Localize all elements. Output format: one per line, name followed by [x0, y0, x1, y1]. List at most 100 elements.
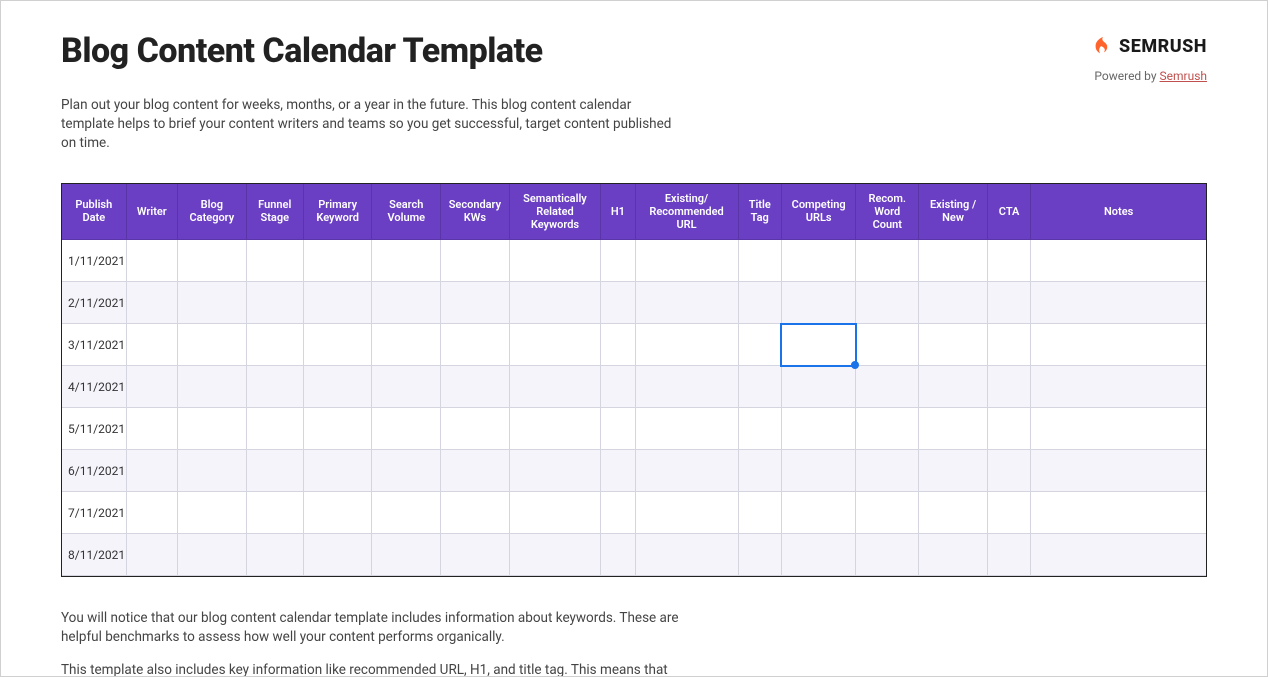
table-cell[interactable]	[635, 534, 738, 576]
table-cell[interactable]	[303, 450, 372, 492]
table-cell[interactable]	[372, 324, 441, 366]
table-cell[interactable]	[372, 492, 441, 534]
table-cell[interactable]	[509, 492, 601, 534]
table-cell[interactable]	[601, 450, 635, 492]
table-cell[interactable]	[738, 240, 781, 282]
table-cell[interactable]	[856, 282, 919, 324]
table-cell[interactable]	[372, 366, 441, 408]
table-cell[interactable]	[856, 492, 919, 534]
table-cell[interactable]	[856, 534, 919, 576]
table-cell[interactable]: 8/11/2021	[62, 534, 126, 576]
table-cell[interactable]	[441, 324, 510, 366]
table-cell[interactable]	[781, 366, 855, 408]
table-cell[interactable]	[635, 450, 738, 492]
table-cell[interactable]	[372, 450, 441, 492]
table-cell[interactable]	[919, 492, 988, 534]
col-header[interactable]: Primary Keyword	[303, 184, 372, 240]
table-cell[interactable]	[372, 240, 441, 282]
table-cell[interactable]	[781, 282, 855, 324]
table-cell[interactable]	[856, 408, 919, 450]
table-cell[interactable]	[635, 492, 738, 534]
table-cell[interactable]	[178, 534, 247, 576]
col-header[interactable]: Publish Date	[62, 184, 126, 240]
table-cell[interactable]	[781, 408, 855, 450]
table-cell[interactable]	[126, 408, 177, 450]
table-cell[interactable]	[441, 366, 510, 408]
table-cell[interactable]	[601, 408, 635, 450]
table-cell[interactable]	[1031, 450, 1206, 492]
col-header[interactable]: CTA	[987, 184, 1030, 240]
table-cell[interactable]: 7/11/2021	[62, 492, 126, 534]
table-cell[interactable]	[126, 282, 177, 324]
table-cell[interactable]	[1031, 324, 1206, 366]
table-cell[interactable]: 4/11/2021	[62, 366, 126, 408]
col-header[interactable]: Blog Category	[178, 184, 247, 240]
table-cell[interactable]	[781, 492, 855, 534]
table-cell[interactable]	[246, 450, 303, 492]
table-cell[interactable]	[509, 534, 601, 576]
table-cell[interactable]	[781, 534, 855, 576]
table-cell[interactable]	[303, 366, 372, 408]
table-cell[interactable]	[738, 450, 781, 492]
table-cell[interactable]: 6/11/2021	[62, 450, 126, 492]
table-cell[interactable]	[509, 324, 601, 366]
table-cell[interactable]	[635, 240, 738, 282]
col-header[interactable]: H1	[601, 184, 635, 240]
col-header[interactable]: Competing URLs	[781, 184, 855, 240]
col-header[interactable]: Secondary KWs	[441, 184, 510, 240]
table-cell[interactable]	[601, 492, 635, 534]
table-cell[interactable]	[601, 240, 635, 282]
table-cell[interactable]	[635, 282, 738, 324]
table-cell[interactable]	[987, 450, 1030, 492]
table-cell[interactable]	[178, 492, 247, 534]
table-cell[interactable]	[246, 324, 303, 366]
table-cell[interactable]	[781, 324, 855, 366]
col-header[interactable]: Notes	[1031, 184, 1206, 240]
table-cell[interactable]	[441, 492, 510, 534]
table-cell[interactable]	[303, 282, 372, 324]
table-cell[interactable]	[987, 534, 1030, 576]
table-cell[interactable]	[738, 492, 781, 534]
table-cell[interactable]	[509, 366, 601, 408]
table-cell[interactable]	[738, 366, 781, 408]
table-cell[interactable]	[919, 534, 988, 576]
table-cell[interactable]	[126, 492, 177, 534]
col-header[interactable]: Title Tag	[738, 184, 781, 240]
table-cell[interactable]	[987, 324, 1030, 366]
table-cell[interactable]	[509, 240, 601, 282]
table-cell[interactable]	[509, 408, 601, 450]
table-cell[interactable]	[246, 240, 303, 282]
table-cell[interactable]	[126, 366, 177, 408]
table-cell[interactable]	[856, 366, 919, 408]
table-cell[interactable]	[919, 408, 988, 450]
table-cell[interactable]	[635, 408, 738, 450]
table-cell[interactable]	[919, 366, 988, 408]
col-header[interactable]: Funnel Stage	[246, 184, 303, 240]
table-cell[interactable]	[126, 324, 177, 366]
calendar-table[interactable]: Publish Date Writer Blog Category Funnel…	[62, 184, 1206, 577]
table-cell[interactable]	[781, 450, 855, 492]
table-cell[interactable]	[635, 366, 738, 408]
table-cell[interactable]	[987, 408, 1030, 450]
table-cell[interactable]	[441, 534, 510, 576]
table-cell[interactable]	[987, 240, 1030, 282]
table-cell[interactable]	[1031, 408, 1206, 450]
table-cell[interactable]	[303, 492, 372, 534]
table-cell[interactable]	[178, 450, 247, 492]
table-cell[interactable]	[126, 240, 177, 282]
table-cell[interactable]	[126, 534, 177, 576]
table-cell[interactable]	[303, 408, 372, 450]
table-cell[interactable]: 2/11/2021	[62, 282, 126, 324]
table-cell[interactable]	[987, 282, 1030, 324]
table-cell[interactable]	[987, 492, 1030, 534]
table-cell[interactable]: 1/11/2021	[62, 240, 126, 282]
table-cell[interactable]	[856, 450, 919, 492]
table-cell[interactable]	[441, 240, 510, 282]
table-cell[interactable]	[1031, 366, 1206, 408]
table-cell[interactable]	[372, 534, 441, 576]
table-cell[interactable]	[246, 408, 303, 450]
table-cell[interactable]	[1031, 534, 1206, 576]
table-cell[interactable]	[303, 534, 372, 576]
table-cell[interactable]: 5/11/2021	[62, 408, 126, 450]
table-cell[interactable]	[246, 492, 303, 534]
